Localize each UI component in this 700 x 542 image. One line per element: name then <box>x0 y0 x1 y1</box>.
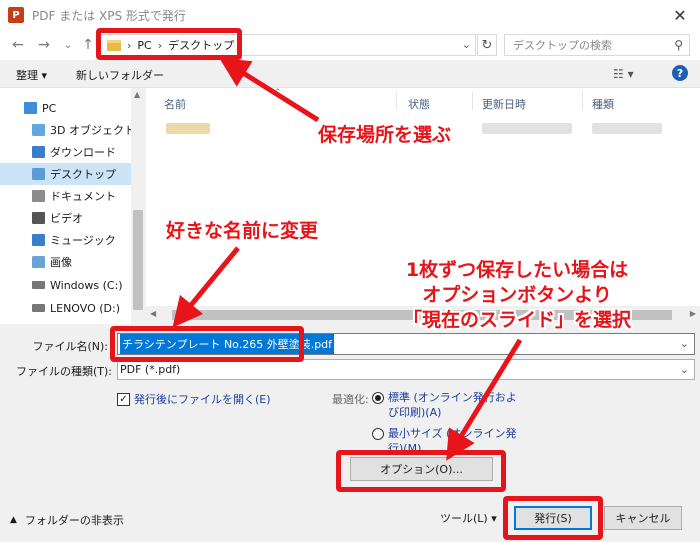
music-icon <box>32 234 45 246</box>
3d-objects-icon <box>32 124 45 136</box>
refresh-icon[interactable]: ↻ <box>477 34 497 56</box>
download-icon <box>32 146 45 158</box>
recent-locations-icon[interactable]: ⌄ <box>58 35 78 55</box>
chevron-down-icon[interactable]: ⌄ <box>680 337 689 350</box>
optimize-minimum-radio[interactable] <box>372 428 384 440</box>
pc-icon <box>24 102 37 114</box>
annotation-line: 1枚ずつ保存したい場合は <box>405 259 629 281</box>
up-arrow-icon[interactable]: ↑ <box>78 35 98 55</box>
documents-icon <box>32 190 45 202</box>
title-bar: P PDF または XPS 形式で発行 ✕ <box>0 0 700 30</box>
nav-item-label: 画像 <box>50 256 72 269</box>
optimize-label: 最適化: <box>332 393 369 406</box>
drive-c-icon <box>32 281 45 289</box>
chevron-down-icon[interactable]: ⌄ <box>462 38 471 51</box>
annotation-box-filename <box>110 326 304 362</box>
search-placeholder: デスクトップの検索 <box>513 39 612 52</box>
nav-item-drive-d[interactable]: LENOVO (D:) <box>0 297 145 319</box>
scrollbar-thumb[interactable] <box>133 210 143 310</box>
navigation-pane: PC 3D オブジェクト ダウンロード デスクトップ ドキュメント ビデオ ミュ… <box>0 88 145 324</box>
nav-item-label: PC <box>42 101 57 115</box>
powerpoint-icon: P <box>8 7 24 23</box>
column-header-status[interactable]: 状態 <box>408 96 430 112</box>
nav-item-documents[interactable]: ドキュメント <box>0 185 145 207</box>
optimize-standard-label: 標準 (オンライン発行およ び印刷)(A) <box>388 391 517 419</box>
filename-label: ファイル名(N): <box>32 340 108 353</box>
annotation-rename: 好きな名前に変更 <box>166 220 319 242</box>
nav-item-music[interactable]: ミュージック <box>0 229 145 251</box>
pictures-icon <box>32 256 45 268</box>
close-icon[interactable]: ✕ <box>660 0 700 30</box>
column-header-modified[interactable]: 更新日時 <box>482 96 526 112</box>
back-arrow-icon[interactable]: ← <box>8 35 28 55</box>
nav-scrollbar[interactable]: ▲ <box>131 88 145 324</box>
annotation-line: オプションボタンより <box>422 284 612 306</box>
drive-d-icon <box>32 304 45 312</box>
nav-item-desktop[interactable]: デスクトップ <box>0 163 145 185</box>
annotation-options-note: 1枚ずつ保存したい場合は オプションボタンより 「現在のスライド」を選択 <box>386 258 648 333</box>
annotation-box-options <box>336 450 506 492</box>
search-icon[interactable]: ⚲ <box>674 38 683 52</box>
blurred-file-date <box>482 123 572 134</box>
scroll-up-icon[interactable]: ▲ <box>134 90 140 99</box>
annotation-box-location <box>96 28 242 60</box>
video-icon <box>32 212 45 224</box>
scroll-left-icon[interactable]: ◀ <box>150 309 156 318</box>
filetype-select[interactable]: PDF (*.pdf) ⌄ <box>117 359 695 380</box>
search-input[interactable]: デスクトップの検索 ⚲ <box>504 34 690 56</box>
nav-item-pc[interactable]: PC <box>0 97 145 119</box>
tools-menu[interactable]: ツール(L) ▾ <box>440 510 497 526</box>
annotation-box-publish <box>503 496 603 540</box>
forward-arrow-icon[interactable]: → <box>34 35 54 55</box>
blurred-file-name <box>166 123 210 134</box>
optimize-standard-radio[interactable] <box>372 392 384 404</box>
column-header-type[interactable]: 種類 <box>592 96 614 112</box>
annotation-line: 「現在のスライド」を選択 <box>402 309 631 331</box>
nav-item-label: ミュージック <box>50 234 116 247</box>
view-options-icon[interactable]: ☷ ▾ <box>613 67 634 81</box>
filetype-value: PDF (*.pdf) <box>120 363 181 376</box>
hide-folders-toggle[interactable]: ▲ フォルダーの非表示 <box>10 512 124 528</box>
desktop-folder-icon <box>32 168 45 180</box>
filetype-label: ファイルの種類(T): <box>15 365 112 378</box>
nav-item-label: ドキュメント <box>50 190 116 203</box>
nav-item-label: LENOVO (D:) <box>50 301 121 315</box>
chevron-down-icon[interactable]: ⌄ <box>680 363 689 376</box>
nav-item-pictures[interactable]: 画像 <box>0 251 145 273</box>
blurred-file-type <box>592 123 662 134</box>
nav-item-label: デスクトップ <box>50 168 116 181</box>
sort-up-icon: ⌃ <box>274 88 282 98</box>
nav-item-label: ダウンロード <box>50 146 116 159</box>
nav-item-downloads[interactable]: ダウンロード <box>0 141 145 163</box>
open-after-publish-label: 発行後にファイルを開く(E) <box>134 393 271 406</box>
chevron-up-icon: ▲ <box>10 515 17 525</box>
checkmark-icon[interactable]: ✓ <box>117 392 130 406</box>
open-after-publish-checkbox[interactable]: ✓ 発行後にファイルを開く(E) <box>117 391 271 407</box>
nav-item-3d-objects[interactable]: 3D オブジェクト <box>0 119 145 141</box>
nav-item-label: Windows (C:) <box>50 278 123 292</box>
nav-item-label: 3D オブジェクト <box>50 124 135 137</box>
column-header-name[interactable]: 名前 <box>164 96 186 112</box>
nav-item-label: ビデオ <box>50 212 83 225</box>
nav-item-drive-c[interactable]: Windows (C:) <box>0 274 145 296</box>
window-title: PDF または XPS 形式で発行 <box>32 8 186 23</box>
hide-folders-label: フォルダーの非表示 <box>24 514 124 527</box>
nav-item-videos[interactable]: ビデオ <box>0 207 145 229</box>
annotation-location: 保存場所を選ぶ <box>318 124 452 146</box>
help-icon[interactable]: ? <box>672 65 688 81</box>
cancel-button[interactable]: キャンセル <box>604 506 682 530</box>
scroll-right-icon[interactable]: ▶ <box>690 309 696 318</box>
new-folder-button[interactable]: 新しいフォルダー <box>76 67 164 83</box>
organize-button[interactable]: 整理 ▾ <box>16 67 47 83</box>
command-bar: 整理 ▾ 新しいフォルダー ☷ ▾ ? <box>0 60 700 88</box>
